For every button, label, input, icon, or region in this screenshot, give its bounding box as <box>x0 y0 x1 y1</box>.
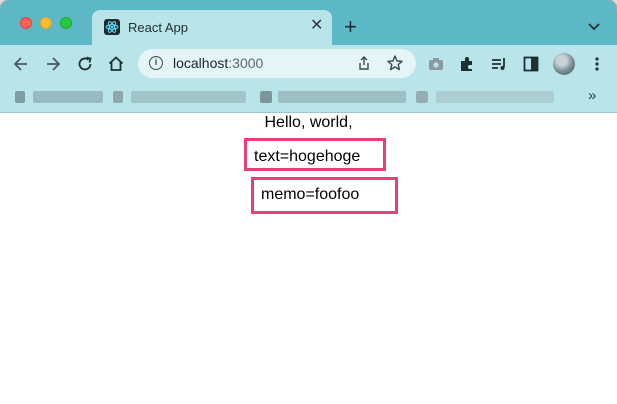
memo-highlight-box: memo=foofoo <box>251 177 398 214</box>
share-icon[interactable] <box>356 55 372 76</box>
side-panel-icon[interactable] <box>521 54 541 74</box>
media-queue-icon[interactable] <box>489 54 509 74</box>
greeting-text: Hello, world, <box>264 114 353 131</box>
bookmark-favicon-icon[interactable] <box>416 91 428 103</box>
profile-avatar[interactable] <box>553 53 575 75</box>
bookmarks-bar: » <box>0 82 617 113</box>
back-arrow-icon[interactable] <box>11 54 31 74</box>
react-logo-icon <box>104 19 120 35</box>
address-bar[interactable]: i localhost:3000 <box>138 49 416 78</box>
tab-close-icon[interactable]: ✕ <box>310 18 323 34</box>
browser-window: React App ✕ + i localhost:3000 » Hello, … <box>0 0 617 404</box>
bookmark-favicon-icon[interactable] <box>113 91 123 103</box>
reload-icon[interactable] <box>75 54 95 74</box>
bookmark-item[interactable] <box>436 91 554 103</box>
bookmark-favicon-icon[interactable] <box>260 91 272 103</box>
url-text[interactable]: localhost:3000 <box>173 55 263 71</box>
bookmark-star-icon[interactable] <box>386 54 404 77</box>
forward-arrow-icon[interactable] <box>43 54 63 74</box>
bookmark-item[interactable] <box>33 91 103 103</box>
camera-icon[interactable] <box>426 54 446 74</box>
home-icon[interactable] <box>106 54 126 74</box>
site-info-icon[interactable]: i <box>149 56 163 70</box>
window-minimize-button[interactable] <box>40 17 52 29</box>
memo-value: memo=foofoo <box>261 186 360 203</box>
text-value: text=hogehoge <box>254 148 361 165</box>
tab-strip: React App ✕ + <box>0 0 617 45</box>
page-content: Hello, world, text=hogehoge memo=foofoo <box>0 113 617 404</box>
window-maximize-button[interactable] <box>60 17 72 29</box>
new-tab-button[interactable]: + <box>344 16 357 38</box>
bookmark-item[interactable] <box>278 91 406 103</box>
extensions-puzzle-icon[interactable] <box>457 54 477 74</box>
tab-react-app[interactable]: React App ✕ <box>92 10 332 45</box>
bookmark-favicon-icon[interactable] <box>15 91 25 103</box>
bookmark-item[interactable] <box>131 91 246 103</box>
text-highlight-box: text=hogehoge <box>244 138 386 171</box>
window-close-button[interactable] <box>20 17 32 29</box>
tab-search-button[interactable] <box>588 18 600 36</box>
more-menu-icon[interactable] <box>587 54 607 74</box>
browser-toolbar: i localhost:3000 <box>0 45 617 82</box>
tab-title: React App <box>128 20 188 35</box>
bookmarks-overflow-icon[interactable]: » <box>588 87 596 104</box>
